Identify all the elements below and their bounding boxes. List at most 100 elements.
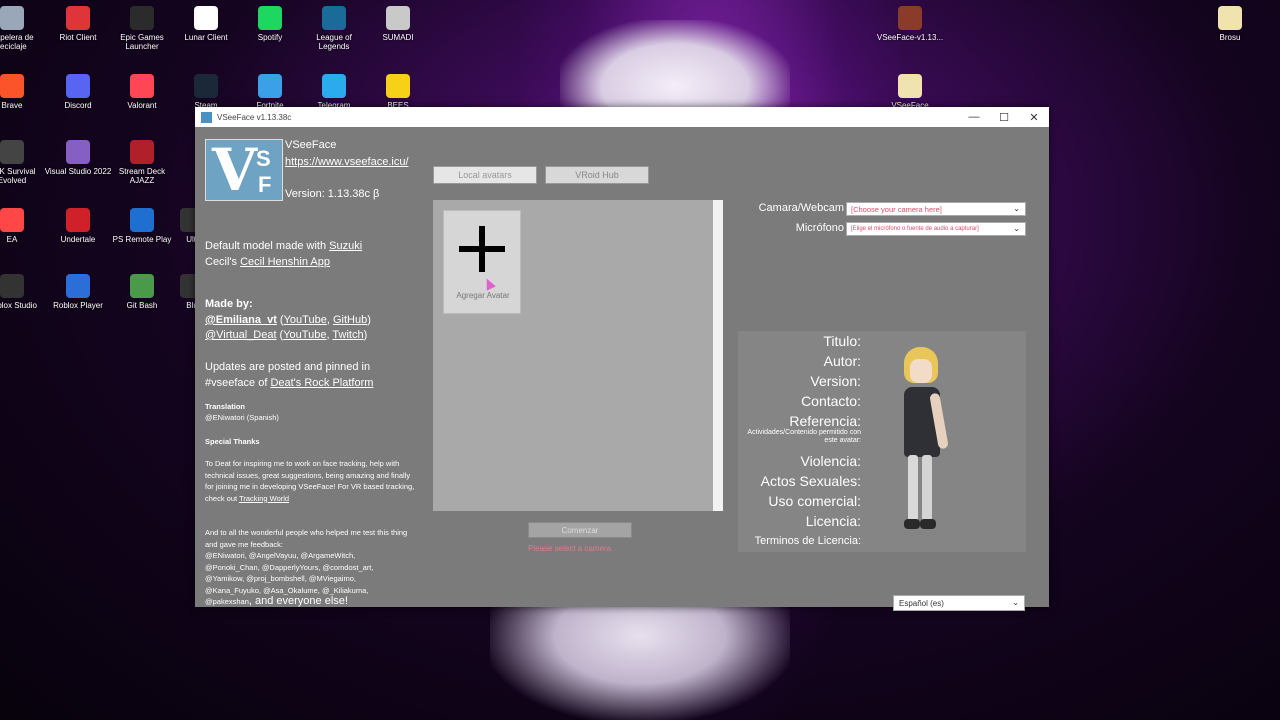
info-contacto: Contacto: [801,393,861,409]
deat-link[interactable]: @Virtual_Deat [205,329,277,341]
info-titulo: Titulo: [823,333,861,349]
desktop-icon-label: Visual Studio 2022 [44,167,112,176]
app-icon [201,111,212,123]
henshin-link[interactable]: Cecil Henshin App [240,256,330,268]
deat-youtube-link[interactable]: YouTube [283,329,326,341]
app-icon [1218,6,1242,30]
desktop-icon-label: Lunar Client [184,33,228,42]
app-icon [66,74,90,98]
desktop-icon[interactable]: Discord [44,74,112,110]
avatar-list-scrollbar[interactable] [713,200,723,511]
desktop-icon[interactable]: Spotify [236,6,304,42]
desktop-icon-label: SUMADI [382,33,414,42]
close-button[interactable]: ✕ [1019,107,1049,127]
emiliana-github-link[interactable]: GitHub [333,314,367,326]
app-icon [0,6,24,30]
translation-heading: Translation [205,402,246,411]
desktop-icon-label: ARK Survival Evolved [0,167,36,185]
microphone-label: Micrófono [795,222,844,234]
desktop-icon[interactable]: VSeeFace-v1.13... [876,6,944,42]
desktop-icon[interactable]: Brosu [1196,6,1264,42]
info-version: Version: [810,373,861,389]
desktop-icon[interactable]: Steam [172,74,240,110]
language-select[interactable]: Español (es) ⌄ [893,595,1025,611]
desktop-icon-label: League of Legends [316,33,352,51]
info-referencia: Referencia: [789,413,861,429]
deats-rock-link[interactable]: Deat's Rock Platform [270,377,373,389]
chevron-down-icon: ⌄ [1012,598,1019,607]
info-violencia: Violencia: [800,453,861,469]
desktop-icon[interactable]: Stream Deck AJAZZ [108,140,176,185]
vseeface-window: VSeeFace v1.13.38c — ☐ ✕ VSF VSeeFace ht… [195,107,1049,611]
desktop-icon[interactable]: Undertale [44,208,112,244]
add-avatar-label: Agregar Avatar [456,291,510,300]
desktop-icon[interactable]: Papelera de reciclaje [0,6,46,51]
microphone-select[interactable]: [Elige el micrófono o fuente de audio a … [846,222,1026,236]
app-icon [130,74,154,98]
desktop-icon[interactable]: League of Legends [300,6,368,51]
info-licencia: Licencia: [805,513,861,529]
desktop-icon[interactable]: Telegram [300,74,368,110]
start-button[interactable]: Comenzar [528,522,632,538]
camera-warning: Please select a camera [528,544,612,553]
tab-vroid-hub[interactable]: VRoid Hub [545,166,649,184]
desktop-icon[interactable]: ARK Survival Evolved [0,140,46,185]
camera-label: Camara/Webcam [758,202,844,214]
app-icon [898,74,922,98]
translation-credit: @ENiwatori (Spanish) [205,413,279,422]
desktop-icon-label: VSeeFace-v1.13... [876,33,944,42]
app-icon [386,6,410,30]
app-icon [66,6,90,30]
desktop-icon[interactable]: BEES [364,74,432,110]
app-icon [194,74,218,98]
info-autor: Autor: [823,353,861,369]
app-icon [130,140,154,164]
title-bar[interactable]: VSeeFace v1.13.38c — ☐ ✕ [195,107,1049,127]
desktop-icon[interactable]: Riot Client [44,6,112,42]
desktop-icon[interactable]: Visual Studio 2022 [44,140,112,176]
desktop-icon[interactable]: Brave [0,74,46,110]
desktop-icon[interactable]: VSeeFace [876,74,944,110]
app-icon [258,74,282,98]
desktop-icon[interactable]: Epic Games Launcher [108,6,176,51]
desktop-icon[interactable]: EA [0,208,46,244]
minimize-button[interactable]: — [959,107,989,127]
desktop-icon-label: Valorant [127,101,157,110]
desktop-icon[interactable]: Lunar Client [172,6,240,42]
tab-local-avatars[interactable]: Local avatars [433,166,537,184]
maximize-button[interactable]: ☐ [989,107,1019,127]
app-icon [66,208,90,232]
app-icon [0,140,24,164]
desktop-icon-label: Stream Deck AJAZZ [118,167,166,185]
thanks-text: To Deat for inspiring me to work on face… [205,459,415,503]
app-icon [322,6,346,30]
app-icon [130,208,154,232]
tracking-world-link[interactable]: Tracking World [239,494,289,503]
deat-twitch-link[interactable]: Twitch [332,329,363,341]
emiliana-link[interactable]: @Emiliana_vt [205,314,277,326]
suzuki-link[interactable]: Suzuki [329,240,362,252]
desktop-icon[interactable]: Roblox Player [44,274,112,310]
camera-select[interactable]: [Choose your camera here] ⌄ [846,202,1026,216]
app-icon [898,6,922,30]
info-uso-comercial: Uso comercial: [768,493,861,509]
app-icon [194,6,218,30]
desktop-icon-label: Papelera de reciclaje [0,33,34,51]
desktop-icon[interactable]: SUMADI [364,6,432,42]
desktop-icon[interactable]: Valorant [108,74,176,110]
desktop-icon[interactable]: Fortnite [236,74,304,110]
chevron-down-icon: ⌄ [1013,224,1020,233]
website-link[interactable]: https://www.vseeface.icu/ [285,156,409,168]
testers-text: And to all the wonderful people who help… [205,528,408,607]
window-content: VSF VSeeFace https://www.vseeface.icu/ V… [195,127,1049,611]
app-icon [130,6,154,30]
desktop-icon[interactable]: Roblox Studio [0,274,46,310]
wallpaper-character-body [490,600,790,720]
desktop-icon-label: EA [6,235,18,244]
add-avatar-button[interactable]: Agregar Avatar [443,210,521,314]
info-actividades: Actividades/Contenido permitido con este… [747,429,861,444]
app-icon [66,140,90,164]
app-icon [0,74,24,98]
emiliana-youtube-link[interactable]: YouTube [284,314,327,326]
made-by-heading: Made by: [205,298,253,310]
